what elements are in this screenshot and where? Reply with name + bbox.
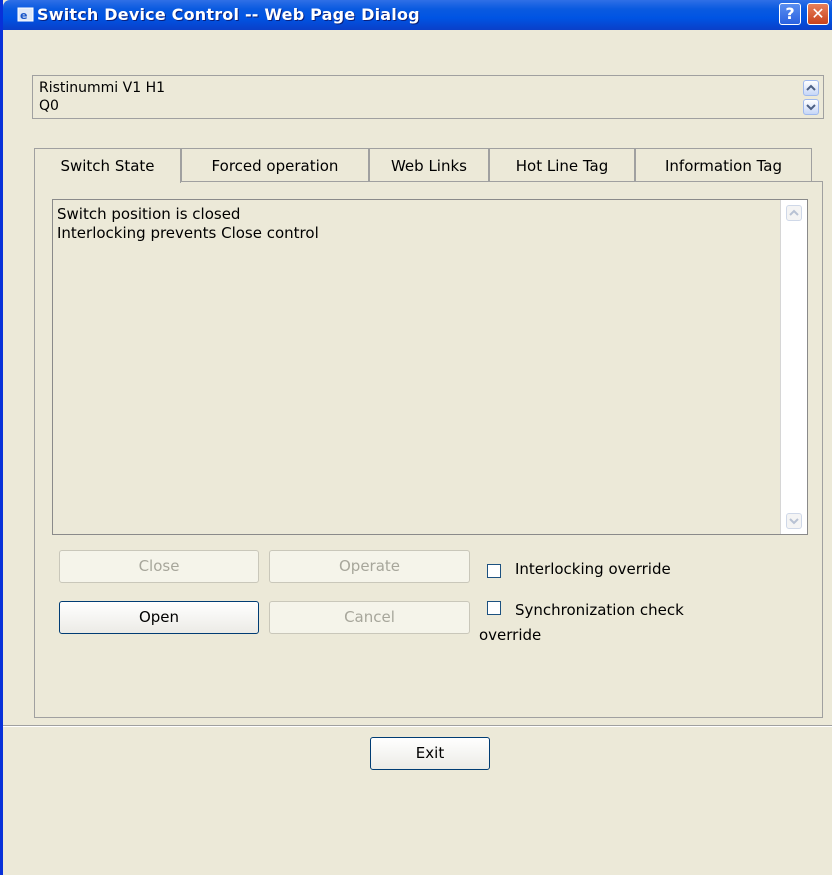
- exit-button[interactable]: Exit: [370, 737, 490, 770]
- tab-switch-state[interactable]: Switch State: [34, 148, 181, 183]
- status-scrollbar[interactable]: [780, 200, 807, 534]
- cancel-button[interactable]: Cancel: [269, 601, 470, 634]
- open-control-button[interactable]: Open: [59, 601, 259, 634]
- device-id: Q0: [39, 98, 59, 114]
- device-header: Ristinummi V1 H1 Q0: [32, 75, 824, 119]
- status-textarea[interactable]: Switch position is closed Interlocking p…: [52, 199, 808, 535]
- status-position-text: Switch position is closed: [57, 205, 241, 223]
- sync-check-override-label-cont: override: [479, 626, 542, 644]
- internet-explorer-icon: e: [17, 6, 35, 24]
- close-control-button[interactable]: Close: [59, 550, 259, 583]
- scroll-up-arrow-icon[interactable]: [786, 205, 802, 221]
- header-scroll-up-button[interactable]: [803, 80, 819, 96]
- title-bar: e Switch Device Control -- Web Page Dial…: [3, 0, 832, 30]
- status-interlock-text: Interlocking prevents Close control: [57, 224, 319, 242]
- tab-information-tag[interactable]: Information Tag: [635, 148, 812, 182]
- window-close-button[interactable]: ✕: [807, 3, 829, 25]
- device-name: Ristinummi V1 H1: [39, 80, 166, 96]
- header-scroll-down-button[interactable]: [803, 99, 819, 115]
- help-button[interactable]: ?: [779, 3, 801, 25]
- tab-hot-line-tag[interactable]: Hot Line Tag: [489, 148, 635, 182]
- interlocking-override-checkbox[interactable]: [487, 564, 501, 578]
- separator: [3, 725, 832, 727]
- operate-button[interactable]: Operate: [269, 550, 470, 583]
- window-title: Switch Device Control -- Web Page Dialog: [37, 5, 420, 24]
- sync-check-override-checkbox[interactable]: [487, 601, 501, 615]
- svg-text:e: e: [20, 9, 27, 22]
- interlocking-override-label: Interlocking override: [515, 560, 671, 578]
- tab-forced-operation[interactable]: Forced operation: [181, 148, 369, 182]
- dialog-window: e Switch Device Control -- Web Page Dial…: [0, 0, 832, 875]
- scroll-down-arrow-icon[interactable]: [786, 513, 802, 529]
- tab-web-links[interactable]: Web Links: [369, 148, 489, 182]
- sync-check-override-label: Synchronization check: [515, 601, 684, 619]
